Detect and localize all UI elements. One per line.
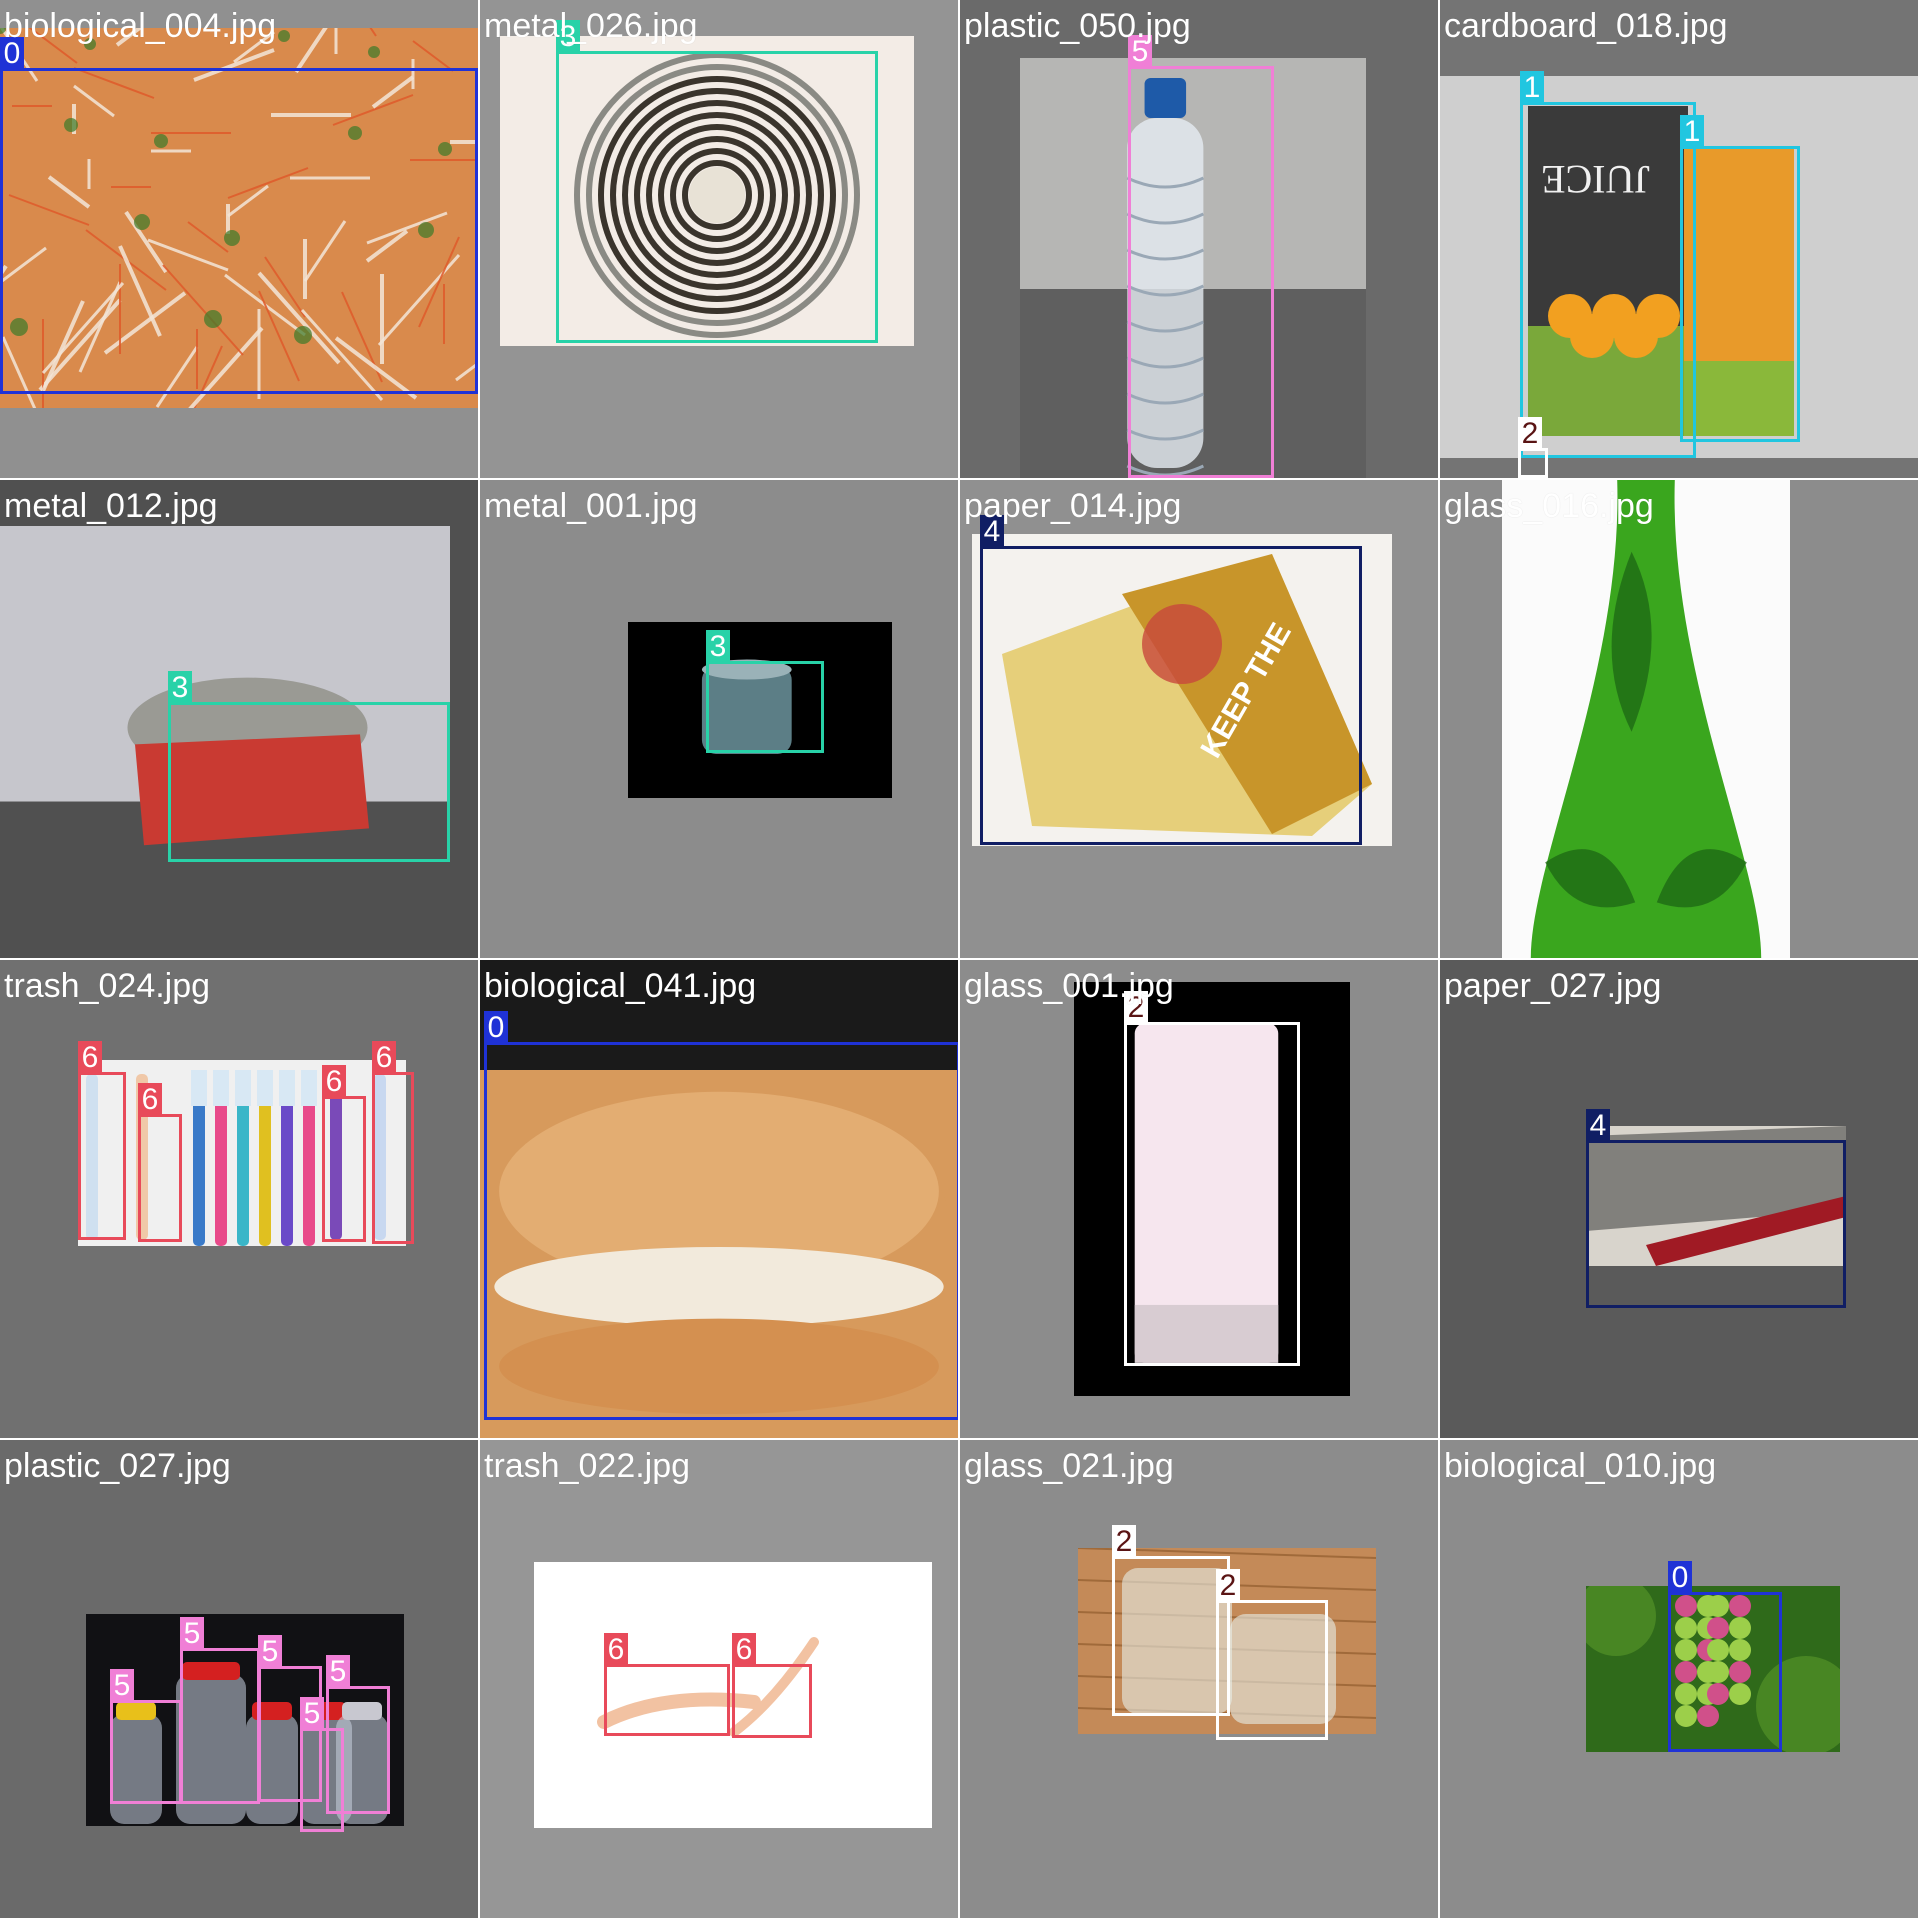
bounding-box: 5 <box>180 1617 260 1804</box>
image-filename-caption: glass_016.jpg <box>1444 487 1654 525</box>
bounding-box: 2 <box>1518 417 1548 478</box>
class-id-label: 5 <box>326 1655 350 1689</box>
class-id-label: 0 <box>1668 1561 1692 1595</box>
image-filename-caption: paper_014.jpg <box>964 487 1182 525</box>
image-filename-caption: trash_024.jpg <box>4 967 211 1005</box>
image-filename-caption: glass_001.jpg <box>964 967 1174 1005</box>
bounding-box: 0 <box>1668 1561 1782 1752</box>
mosaic-tile: 6 6 6 6 trash_024.jpg <box>0 960 478 1438</box>
class-id-label: 6 <box>322 1065 346 1099</box>
class-id-label: 3 <box>168 671 192 705</box>
image-filename-caption: biological_010.jpg <box>1444 1447 1717 1485</box>
class-id-label: 2 <box>1216 1569 1240 1603</box>
bounding-box: 5 <box>1128 35 1274 478</box>
bounding-box: 6 <box>322 1065 366 1242</box>
image-filename-caption: metal_026.jpg <box>484 7 698 45</box>
bounding-box: 2 <box>1216 1569 1328 1740</box>
bounding-box: 6 <box>372 1041 414 1244</box>
mosaic-tile: 2 2 glass_021.jpg <box>960 1440 1438 1918</box>
bounding-box: 3 <box>556 20 878 343</box>
class-id-label: 6 <box>138 1083 162 1117</box>
class-id-label: 5 <box>110 1669 134 1703</box>
class-id-label: 5 <box>258 1635 282 1669</box>
class-id-label: 0 <box>484 1011 508 1045</box>
mosaic-tile: 3 metal_026.jpg <box>480 0 958 478</box>
class-id-label: 5 <box>300 1697 324 1731</box>
bounding-box: 4 <box>1586 1109 1846 1308</box>
mosaic-tile: 0 biological_004.jpg <box>0 0 478 478</box>
bounding-box: 6 <box>732 1633 812 1738</box>
bounding-box: 5 <box>300 1697 344 1832</box>
image-filename-caption: metal_001.jpg <box>484 487 698 525</box>
bounding-box: 4 <box>980 515 1362 845</box>
image-filename-caption: cardboard_018.jpg <box>1444 7 1728 45</box>
bounding-box: 0 <box>484 1011 958 1420</box>
class-id-label: 1 <box>1520 71 1544 105</box>
image-filename-caption: metal_012.jpg <box>4 487 218 525</box>
class-id-label: 6 <box>604 1633 628 1667</box>
bounding-box: 6 <box>138 1083 182 1242</box>
bounding-box: 3 <box>168 671 450 862</box>
class-id-label: 2 <box>1518 417 1542 451</box>
mosaic-tile: glass_016.jpg <box>1440 480 1918 958</box>
bounding-box: 6 <box>604 1633 730 1736</box>
mosaic-tile: 5 5 5 5 5 plastic_027.jpg <box>0 1440 478 1918</box>
bounding-box: 1 <box>1680 115 1800 442</box>
image-filename-caption: glass_021.jpg <box>964 1447 1174 1485</box>
mosaic-tile: 3 metal_012.jpg <box>0 480 478 958</box>
mosaic-tile: 5 plastic_050.jpg <box>960 0 1438 478</box>
class-id-label: 2 <box>1112 1525 1136 1559</box>
image-filename-caption: trash_022.jpg <box>484 1447 691 1485</box>
image-filename-caption: plastic_027.jpg <box>4 1447 231 1485</box>
mosaic-tile: 4 paper_027.jpg <box>1440 960 1918 1438</box>
bounding-box: 1 <box>1520 71 1696 458</box>
bounding-box: 2 <box>1112 1525 1230 1716</box>
image-filename-caption: biological_004.jpg <box>4 7 277 45</box>
sample-image <box>1502 480 1790 958</box>
class-id-label: 6 <box>78 1041 102 1075</box>
class-id-label: 6 <box>372 1041 396 1075</box>
mosaic-tile: 3 metal_001.jpg <box>480 480 958 958</box>
mosaic-tile: 2 glass_001.jpg <box>960 960 1438 1438</box>
image-filename-caption: paper_027.jpg <box>1444 967 1662 1005</box>
class-id-label: 4 <box>1586 1109 1610 1143</box>
mosaic-tile: KEEP THE 4 paper_014.jpg <box>960 480 1438 958</box>
mosaic-tile: JUICE 1 1 2 cardboard_018.jpg <box>1440 0 1918 478</box>
bounding-box: 2 <box>1124 991 1300 1366</box>
mosaic-tile: 0 biological_010.jpg <box>1440 1440 1918 1918</box>
image-filename-caption: plastic_050.jpg <box>964 7 1191 45</box>
class-id-label: 5 <box>180 1617 204 1651</box>
bounding-box: 0 <box>0 37 478 394</box>
class-id-label: 3 <box>706 630 730 664</box>
image-filename-caption: biological_041.jpg <box>484 967 757 1005</box>
class-id-label: 1 <box>1680 115 1704 149</box>
mosaic-tile: 0 biological_041.jpg <box>480 960 958 1438</box>
mosaic-tile: 6 6 trash_022.jpg <box>480 1440 958 1918</box>
bounding-box: 3 <box>706 630 824 753</box>
class-id-label: 6 <box>732 1633 756 1667</box>
bounding-box: 5 <box>110 1669 182 1804</box>
detection-mosaic: 0 biological_004.jpg 3 metal_026.jpg 5 plasti… <box>0 0 1920 1920</box>
bounding-box: 6 <box>78 1041 126 1240</box>
